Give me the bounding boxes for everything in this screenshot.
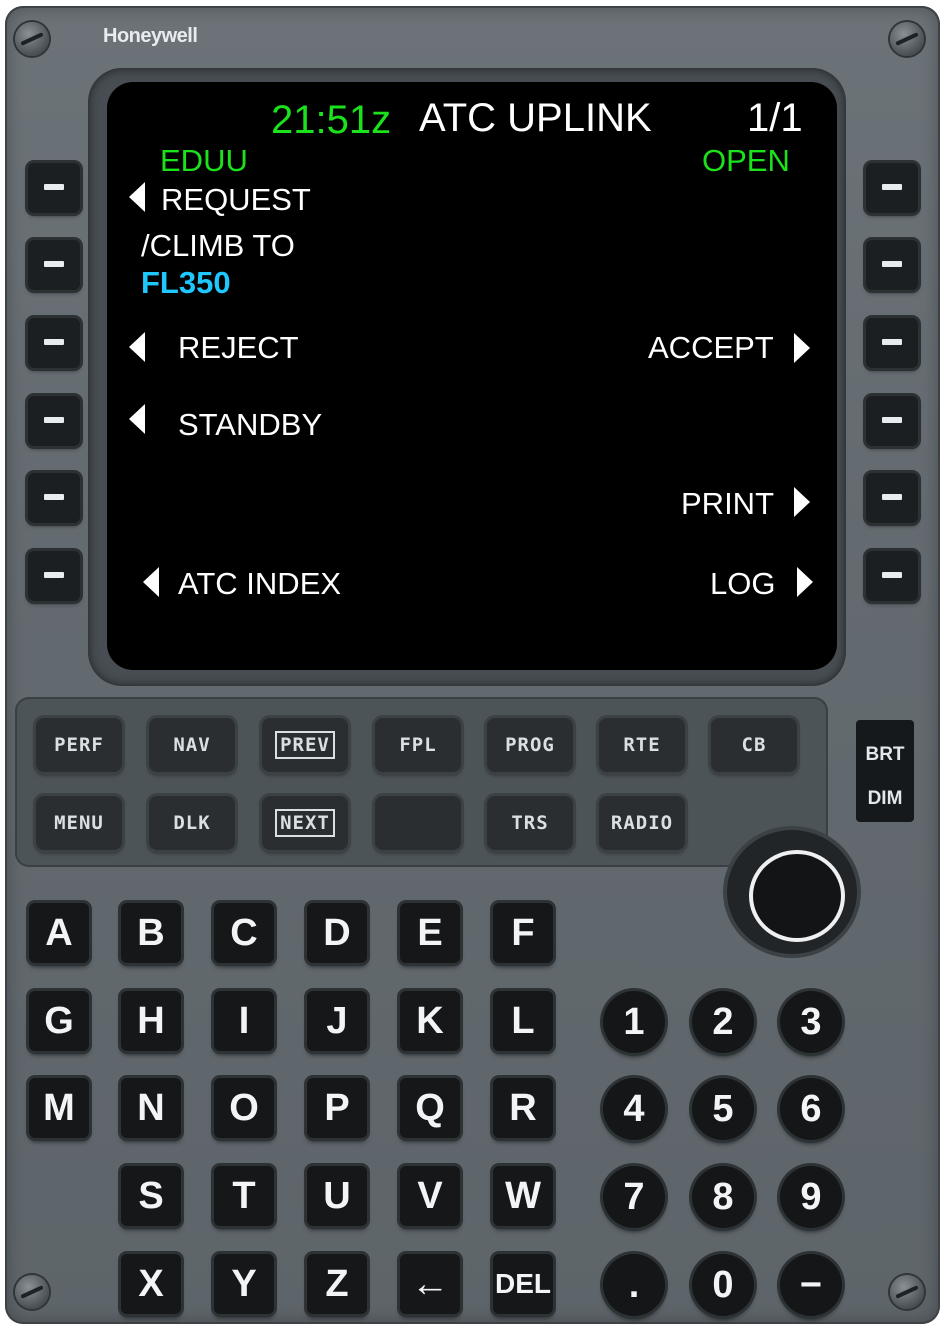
arrow-right-icon: [794, 487, 810, 517]
key-v[interactable]: V: [400, 1166, 460, 1226]
lsk-r2-button[interactable]: [866, 240, 918, 290]
key-c[interactable]: C: [214, 903, 274, 963]
key-u[interactable]: U: [307, 1166, 367, 1226]
key-7[interactable]: 7: [603, 1166, 665, 1228]
key-k[interactable]: K: [400, 991, 460, 1051]
key-o[interactable]: O: [214, 1078, 274, 1138]
time-readout: 21:51z: [271, 98, 392, 142]
lsk-l1-button[interactable]: [28, 163, 80, 213]
decimal-key[interactable]: .: [603, 1254, 665, 1316]
screw-icon: [15, 22, 49, 56]
lsk-l2-button[interactable]: [28, 240, 80, 290]
brt-label: BRT: [865, 744, 905, 765]
prog-key[interactable]: PROG: [487, 718, 573, 772]
key-j[interactable]: J: [307, 991, 367, 1051]
arrow-left-icon: [143, 567, 159, 597]
key-l[interactable]: L: [493, 991, 553, 1051]
blank-key[interactable]: [375, 796, 461, 850]
key-2[interactable]: 2: [692, 991, 754, 1053]
dim-label: DIM: [867, 788, 903, 809]
key-d[interactable]: D: [307, 903, 367, 963]
log-label: LOG: [710, 566, 776, 601]
key-z[interactable]: Z: [307, 1254, 367, 1314]
dlk-key[interactable]: DLK: [149, 796, 235, 850]
key-6[interactable]: 6: [780, 1078, 842, 1140]
arrow-right-icon: [797, 567, 813, 597]
key-9[interactable]: 9: [780, 1166, 842, 1228]
key-g[interactable]: G: [29, 991, 89, 1051]
prev-key[interactable]: PREV: [262, 718, 348, 772]
key-s[interactable]: S: [121, 1166, 181, 1226]
delete-key[interactable]: DEL: [493, 1254, 553, 1314]
key-q[interactable]: Q: [400, 1078, 460, 1138]
lsk-l5-button[interactable]: [28, 473, 80, 523]
arrow-left-icon: [129, 332, 145, 362]
key-p[interactable]: P: [307, 1078, 367, 1138]
lsk-r5-button[interactable]: [866, 473, 918, 523]
fpl-key[interactable]: FPL: [375, 718, 461, 772]
cb-key[interactable]: CB: [711, 718, 797, 772]
key-x[interactable]: X: [121, 1254, 181, 1314]
lsk-l4-button[interactable]: [28, 396, 80, 446]
lsk-r4-button[interactable]: [866, 396, 918, 446]
trs-key[interactable]: TRS: [487, 796, 573, 850]
lsk-l6-button[interactable]: [28, 551, 80, 601]
page-number: 1/1: [747, 96, 803, 140]
backspace-key[interactable]: ←: [400, 1254, 460, 1314]
print-label: PRINT: [681, 486, 774, 521]
key-b[interactable]: B: [121, 903, 181, 963]
accept-label: ACCEPT: [648, 330, 774, 365]
nav-key[interactable]: NAV: [149, 718, 235, 772]
key-r[interactable]: R: [493, 1078, 553, 1138]
key-1[interactable]: 1: [603, 991, 665, 1053]
menu-key[interactable]: MENU: [36, 796, 122, 850]
arrow-left-icon: [129, 404, 145, 434]
brightness-rocker[interactable]: BRT DIM: [856, 720, 914, 822]
key-m[interactable]: M: [29, 1078, 89, 1138]
key-t[interactable]: T: [214, 1166, 274, 1226]
atc-index-label: ATC INDEX: [178, 566, 342, 601]
key-i[interactable]: I: [214, 991, 274, 1051]
screw-icon: [890, 22, 924, 56]
key-8[interactable]: 8: [692, 1166, 754, 1228]
rte-key[interactable]: RTE: [599, 718, 685, 772]
perf-key[interactable]: PERF: [36, 718, 122, 772]
brand-logo: Honeywell: [103, 25, 198, 47]
key-y[interactable]: Y: [214, 1254, 274, 1314]
arrow-left-icon: [129, 182, 145, 212]
cursor-knob[interactable]: [749, 850, 845, 942]
key-f[interactable]: F: [493, 903, 553, 963]
next-key-label: NEXT: [275, 809, 335, 837]
lsk-l3-button[interactable]: [28, 318, 80, 368]
key-h[interactable]: H: [121, 991, 181, 1051]
lsk-r3-button[interactable]: [866, 318, 918, 368]
key-5[interactable]: 5: [692, 1078, 754, 1140]
lsk-r1-button[interactable]: [866, 163, 918, 213]
key-a[interactable]: A: [29, 903, 89, 963]
key-4[interactable]: 4: [603, 1078, 665, 1140]
next-key[interactable]: NEXT: [262, 796, 348, 850]
screw-icon: [890, 1275, 924, 1309]
cdu-display: 21:51z ATC UPLINK 1/1 EDUU OPEN REQUEST …: [107, 82, 837, 670]
standby-label: STANDBY: [178, 407, 323, 442]
minus-key[interactable]: −: [780, 1254, 842, 1316]
uplink-status: OPEN: [702, 143, 790, 178]
key-n[interactable]: N: [121, 1078, 181, 1138]
page-title: ATC UPLINK: [419, 96, 652, 140]
lsk-r6-button[interactable]: [866, 551, 918, 601]
prev-key-label: PREV: [275, 731, 335, 759]
message-text: /CLIMB TO: [141, 228, 295, 263]
flight-level: FL350: [141, 265, 231, 300]
station-id: EDUU: [160, 143, 248, 178]
key-0[interactable]: 0: [692, 1254, 754, 1316]
reject-label: REJECT: [178, 330, 299, 365]
request-label: REQUEST: [161, 182, 311, 217]
radio-key[interactable]: RADIO: [599, 796, 685, 850]
key-3[interactable]: 3: [780, 991, 842, 1053]
arrow-right-icon: [794, 333, 810, 363]
screw-icon: [15, 1275, 49, 1309]
key-w[interactable]: W: [493, 1166, 553, 1226]
key-e[interactable]: E: [400, 903, 460, 963]
